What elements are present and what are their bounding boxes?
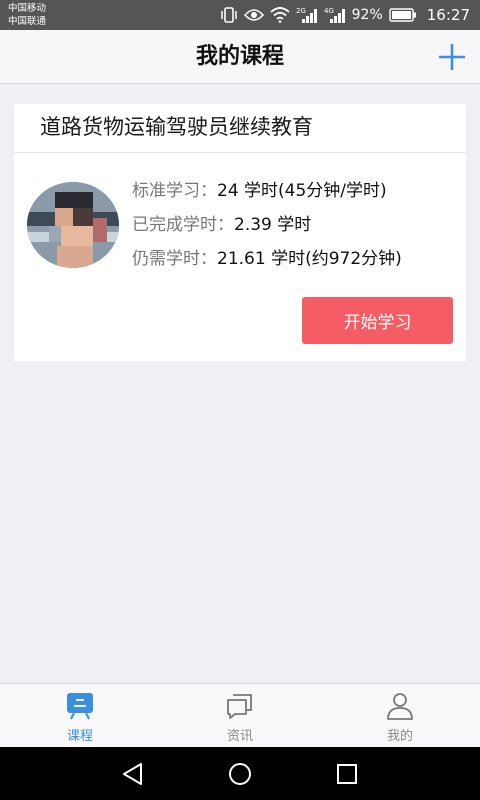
remaining-hours-label: 仍需学时： (132, 249, 217, 269)
status-bar: 中国移动 中国联通 2G 4G 92% 16:27 (0, 0, 480, 30)
back-triangle-icon[interactable] (119, 760, 147, 788)
standard-hours-label: 标准学习： (132, 181, 217, 201)
standard-hours-value: 24 学时(45分钟/学时) (217, 181, 387, 201)
carrier-2: 中国联通 (8, 16, 47, 27)
wifi-icon (270, 7, 290, 23)
clock: 16:27 (426, 6, 470, 24)
carrier-1: 中国移动 (8, 3, 47, 14)
status-icons: 2G 4G 92% 16:27 (220, 0, 470, 30)
signal-1-label: 2G (296, 7, 306, 15)
course-card[interactable]: 道路货物运输驾驶员继续教育 标准学习：24 学时(45分钟/学时) 已完成学时：… (14, 104, 466, 361)
tab-course[interactable]: 课程 (0, 684, 160, 747)
system-nav-bar (0, 747, 480, 800)
signal-4g-icon: 4G (324, 7, 345, 23)
news-icon (227, 694, 252, 719)
plus-icon (439, 44, 465, 70)
tab-profile-label: 我的 (386, 729, 413, 744)
standard-hours-row: 标准学习：24 学时(45分钟/学时) (132, 174, 402, 208)
eye-icon (243, 9, 264, 21)
tab-news-label: 资讯 (226, 729, 253, 744)
completed-hours-row: 已完成学时：2.39 学时 (132, 208, 402, 242)
tab-news[interactable]: 资讯 (160, 684, 320, 747)
page-title: 我的课程 (195, 44, 284, 69)
add-course-button[interactable] (436, 41, 468, 73)
bottom-nav: 课程 资讯 我的 (0, 683, 480, 747)
remaining-hours-row: 仍需学时：21.61 学时(约972分钟) (132, 242, 402, 276)
battery-percent: 92% (351, 7, 383, 23)
avatar (27, 182, 119, 268)
profile-icon (387, 693, 413, 720)
tab-course-label: 课程 (66, 729, 93, 744)
home-circle-icon[interactable] (226, 760, 254, 788)
battery-icon (389, 8, 416, 22)
remaining-hours-value: 21.61 学时(约972分钟) (217, 249, 402, 269)
recent-square-icon[interactable] (333, 760, 361, 788)
avatar-photo (27, 182, 119, 268)
start-study-button[interactable]: 开始学习 (302, 297, 453, 344)
signal-2-label: 4G (324, 7, 334, 15)
course-icon (67, 693, 93, 720)
completed-hours-value: 2.39 学时 (234, 215, 312, 235)
vibrate-icon (220, 7, 237, 23)
tab-profile[interactable]: 我的 (320, 684, 480, 747)
course-info: 标准学习：24 学时(45分钟/学时) 已完成学时：2.39 学时 仍需学时：2… (132, 174, 402, 276)
carrier-info: 中国移动 中国联通 (8, 2, 46, 28)
completed-hours-label: 已完成学时： (132, 215, 234, 235)
course-title: 道路货物运输驾驶员继续教育 (40, 115, 313, 139)
signal-2g-icon: 2G (296, 7, 317, 23)
card-divider (14, 152, 466, 153)
app-header: 我的课程 (0, 30, 480, 84)
